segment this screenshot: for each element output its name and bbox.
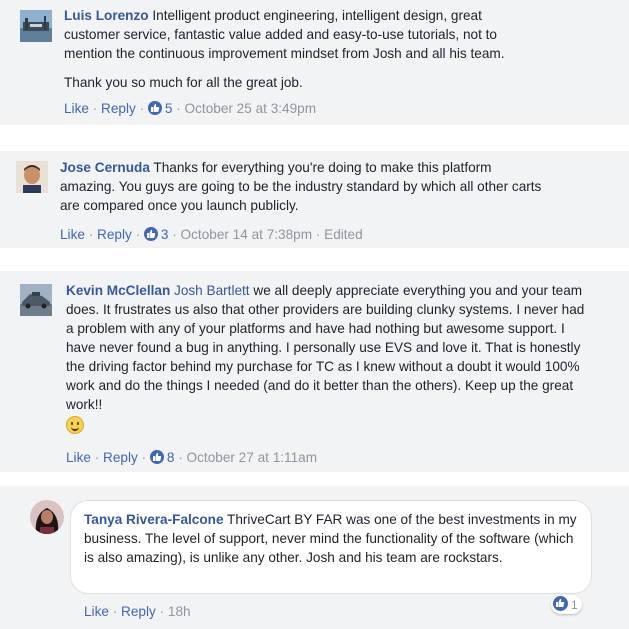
thumbs-up-icon <box>147 101 162 115</box>
reply-button[interactable]: Reply <box>97 227 132 242</box>
mention-link[interactable]: Josh Bartlett <box>174 283 250 298</box>
comment-body: Jose Cernuda Thanks for everything you'r… <box>60 158 550 215</box>
timestamp[interactable]: October 25 at 3:49pm <box>185 101 316 116</box>
timestamp[interactable]: October 27 at 1:11am <box>187 450 317 465</box>
edited-label[interactable]: Edited <box>324 227 363 242</box>
reply-button[interactable]: Reply <box>103 450 138 465</box>
like-button[interactable]: Like <box>66 450 91 465</box>
comment-text-2: Thank you so much for all the great job. <box>64 75 303 90</box>
timestamp[interactable]: October 14 at 7:38pm <box>181 227 312 242</box>
thumbs-up-icon <box>553 596 568 611</box>
comment-author[interactable]: Kevin McClellan <box>66 283 170 298</box>
comment-text: we all deeply appreciate everything you … <box>66 283 585 412</box>
reply-button[interactable]: Reply <box>121 604 156 619</box>
comment-body: Luis Lorenzo Intelligent product enginee… <box>64 6 539 92</box>
comment-actions: Like · Reply · 8 · October 27 at 1:11am <box>66 450 318 465</box>
avatar[interactable] <box>20 10 52 42</box>
reaction-count[interactable]: 3 <box>161 227 169 242</box>
like-button[interactable]: Like <box>84 604 109 619</box>
reply-button[interactable]: Reply <box>101 101 136 116</box>
reaction-count[interactable]: 8 <box>167 450 175 465</box>
comment-author[interactable]: Jose Cernuda <box>60 160 150 175</box>
avatar[interactable] <box>20 284 52 316</box>
comment-author[interactable]: Luis Lorenzo <box>64 8 149 23</box>
comment-actions: Like · Reply · 18h <box>84 604 191 619</box>
thumbs-up-icon <box>149 450 164 464</box>
like-button[interactable]: Like <box>60 227 85 242</box>
reaction-summary[interactable]: 1 <box>551 595 582 614</box>
comment-body: Tanya Rivera-Falcone ThriveCart BY FAR w… <box>84 510 584 567</box>
comment-body: Kevin McClellan Josh Bartlett we all dee… <box>66 281 586 436</box>
comment-actions: Like · Reply · 3 · October 14 at 7:38pm … <box>60 227 363 242</box>
thumbs-up-icon <box>143 227 158 241</box>
avatar[interactable] <box>30 500 64 534</box>
timestamp[interactable]: 18h <box>168 604 191 619</box>
avatar[interactable] <box>16 161 48 193</box>
like-button[interactable]: Like <box>64 101 89 116</box>
comment-author[interactable]: Tanya Rivera-Falcone <box>84 512 224 527</box>
reaction-count[interactable]: 5 <box>165 101 173 116</box>
smile-emoji-icon <box>66 416 84 434</box>
comment-actions: Like · Reply · 5 · October 25 at 3:49pm <box>64 101 317 116</box>
reaction-count: 1 <box>571 598 578 612</box>
